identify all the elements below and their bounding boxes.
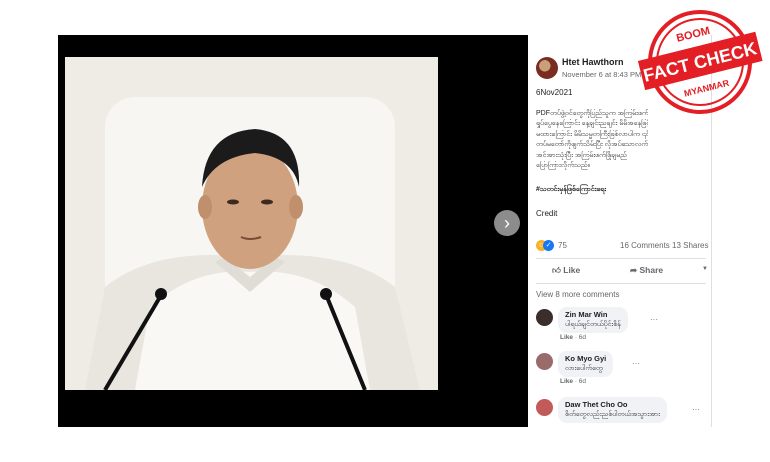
chevron-right-icon: › (504, 213, 510, 233)
badge-main-text: FACT CHECK (641, 38, 758, 85)
comment-like-link[interactable]: Like (560, 378, 573, 385)
share-button[interactable]: ➦ Share (630, 265, 663, 276)
thumbs-up-icon: 👍︎ (552, 265, 564, 275)
author-name[interactable]: Htet Hawthorn (562, 57, 624, 67)
comment-age[interactable]: 6d (579, 378, 586, 385)
commenter-name[interactable]: Ko Myo Gyi (565, 354, 606, 363)
comment-meta: Like · 6d (560, 378, 587, 385)
chevron-down-icon[interactable]: ▼ (702, 266, 708, 272)
next-photo-button[interactable]: › (494, 210, 520, 236)
comment-text: လားပေါက်တွေ (565, 365, 603, 372)
post-credit: Credit (536, 209, 558, 218)
divider (536, 283, 706, 284)
post-hashtag[interactable]: #သတင်းမှန်ဖြစ်ကြောင်းရေး (536, 185, 606, 195)
reactions-bar: ☺ ✓ 75 16 Comments 13 Shares (536, 240, 708, 252)
comments-count[interactable]: 16 Comments (620, 241, 670, 250)
post-text-line: ရှုပ်ပွေနေကြောင်း နေ့ချင်းညချင်း မိမိအနေ… (536, 120, 648, 128)
shares-count[interactable]: 13 Shares (672, 241, 708, 250)
post-photo[interactable] (65, 57, 438, 390)
more-options-icon[interactable]: ··· (692, 405, 700, 414)
post-text-line: အင်အားသုံးပြီး အကြမ်းဖက်ဖြိုချမည် (536, 151, 627, 159)
comment-text: ပါရယ်ချင်တယ်ပိုင်းစိန် (565, 321, 621, 328)
comment-bubble: Ko Myo Gyi လားပေါက်တွေ (558, 351, 614, 377)
post-text-line: တပ်မတော်ကိုဖျက်သိမ်းပြီး လိုအပ်သောလက်ရုံ… (536, 141, 648, 149)
action-row: 👍︎ Like ➦ Share ▼ (536, 263, 708, 279)
photo-viewer: › (58, 35, 528, 427)
badge-bottom-text: MYANMAR (683, 78, 731, 99)
post-date-line: 6Nov2021 (536, 88, 573, 97)
comment-bubble: Zin Mar Win ပါရယ်ချင်တယ်ပိုင်းစိန် (558, 307, 628, 333)
post-text-line: မထားကြောင်း မိမိသမ္မတကြီးဖြစ်လာပါက ၎င်းတ… (536, 130, 648, 138)
view-more-comments-link[interactable]: View 8 more comments (536, 290, 619, 299)
post-text-line: ပြောကြားလိုက်သည်။ (536, 162, 590, 170)
author-avatar[interactable] (536, 57, 558, 79)
comment-bubble: Daw Thet Cho Oo စိတ်တွေလည်းညစ်ပါတယ်အသွား… (558, 397, 667, 423)
commenter-name[interactable]: Daw Thet Cho Oo (565, 400, 660, 409)
more-options-icon[interactable]: ··· (650, 315, 658, 324)
post-body: PDFတပ်ဖွဲ့ဝင်တွေကိုပြည်သူက အကြမ်းဖက် ရှု… (536, 109, 648, 171)
more-options-icon[interactable]: ··· (632, 359, 640, 368)
commenter-avatar[interactable] (536, 399, 553, 416)
post-text-line: PDFတပ်ဖွဲ့ဝင်တွေကိုပြည်သူက အကြမ်းဖက် (536, 110, 648, 117)
like-reaction-icon: ✓ (543, 240, 554, 251)
comment-meta: Like · 6d (560, 334, 587, 341)
reaction-count[interactable]: 75 (558, 241, 567, 250)
like-button[interactable]: 👍︎ Like (552, 265, 580, 276)
commenter-avatar[interactable] (536, 309, 553, 326)
comment-age[interactable]: 6d (579, 334, 586, 341)
boom-fact-check-badge: FACT CHECK BOOM MYANMAR (637, 0, 763, 120)
divider (536, 258, 706, 259)
comment-like-link[interactable]: Like (560, 334, 573, 341)
commenter-avatar[interactable] (536, 353, 553, 370)
commenter-name[interactable]: Zin Mar Win (565, 310, 621, 319)
badge-top-text: BOOM (675, 25, 711, 45)
comment-text: စိတ်တွေလည်းညစ်ပါတယ်အသွားအား (565, 411, 660, 418)
